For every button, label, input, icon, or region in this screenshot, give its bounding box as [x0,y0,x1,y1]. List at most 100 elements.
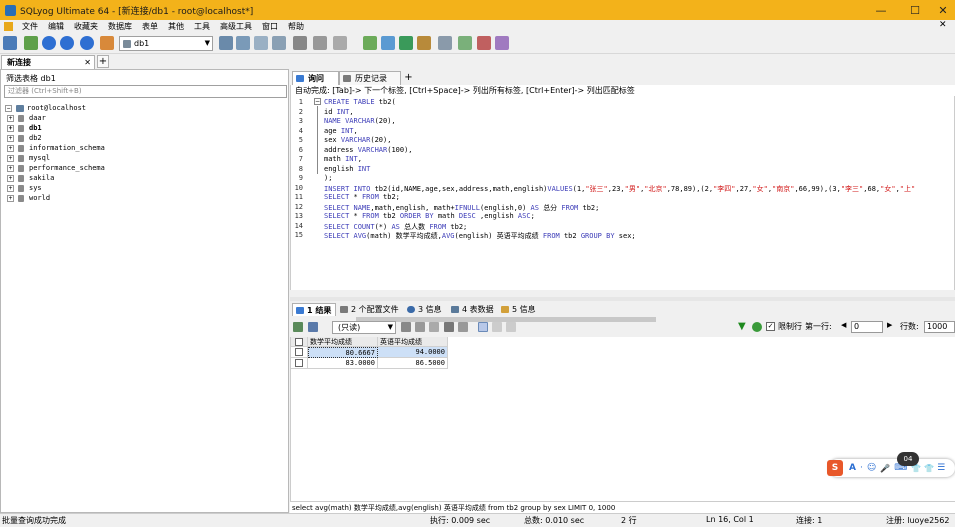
expand-toggle-icon[interactable]: + [7,164,14,172]
maximize-button[interactable]: ☐ [900,0,930,20]
expand-toggle-icon[interactable]: + [7,194,14,202]
add-query-tab-button[interactable]: + [403,72,414,84]
ime-mic-icon[interactable]: 🎤 [880,464,890,473]
duplicate-icon[interactable] [429,322,439,332]
minimize-button[interactable]: — [866,0,896,20]
select-all-checkbox[interactable] [295,338,303,346]
mdi-close-icon[interactable]: ✕ [939,20,947,30]
execute-all-icon[interactable] [60,36,74,50]
database-select[interactable]: db1 ▼ [119,36,213,51]
tree-db-daar[interactable]: + daar [7,113,46,123]
grid-view-icon[interactable] [293,322,303,332]
tab-query[interactable]: 询问 [292,71,339,85]
table-cell[interactable]: 83.0000 [308,358,378,369]
connection-tab-active[interactable]: 新连接 ✕ [1,55,95,69]
add-connection-tab-button[interactable]: + [97,55,109,68]
close-tab-icon[interactable]: ✕ [84,56,91,69]
table-icon[interactable] [293,36,307,50]
print-icon[interactable] [458,322,468,332]
menu-other[interactable]: 其他 [163,21,189,32]
tree-db-world[interactable]: + world [7,193,50,203]
table-data-icon[interactable] [313,36,327,50]
ime-emoji-icon[interactable]: ☺ [867,463,876,473]
ime-language-icon[interactable]: A [849,463,856,473]
menu-edit[interactable]: 编辑 [43,21,69,32]
tree-db-mysql[interactable]: + mysql [7,153,50,163]
ime-skin-icon[interactable]: 👕 [924,464,934,473]
restore-icon[interactable] [254,36,268,50]
expand-toggle-icon[interactable]: + [7,124,14,132]
expand-toggle-icon[interactable]: + [7,154,14,162]
tree-db-performance-schema[interactable]: + performance_schema [7,163,105,173]
first-row-input[interactable]: 0 [851,321,883,333]
tree-db-information-schema[interactable]: + information_schema [7,143,105,153]
transfer-icon[interactable] [399,36,413,50]
previous-page-button[interactable]: ◀ [841,321,846,329]
user-manager-icon[interactable] [219,36,233,50]
sync-icon[interactable] [363,36,377,50]
table-cell[interactable]: 80.6667 [308,347,378,358]
save-icon[interactable] [415,322,425,332]
pane-splitter[interactable] [290,297,955,301]
menu-table[interactable]: 表单 [137,21,163,32]
tab-table-data[interactable]: 4 表数据 [448,303,496,316]
tab-profile[interactable]: 2 个配置文件 [337,303,399,316]
menu-window[interactable]: 窗口 [257,21,283,32]
column-header[interactable]: 数学平均成绩 [308,337,378,347]
filter-icon[interactable]: ▼ [738,322,748,332]
close-button[interactable]: ✕ [928,0,955,20]
column-header[interactable]: 英语平均成绩 [378,337,448,347]
menu-file[interactable]: 文件 [17,21,43,32]
execute-query-icon[interactable] [42,36,56,50]
result-mode-select[interactable]: (只读) ▼ [332,321,396,334]
row-checkbox[interactable] [295,359,303,367]
scheduler-icon[interactable] [438,36,452,50]
table-cell[interactable]: 94.0000 [378,347,448,358]
tree-db-sys[interactable]: + sys [7,183,42,193]
copy-icon[interactable] [401,322,411,332]
ime-logo-icon[interactable]: S [827,460,843,476]
expand-toggle-icon[interactable]: + [7,184,14,192]
expand-toggle-icon[interactable]: + [7,174,14,182]
filter-input[interactable]: 过滤器 (Ctrl+Shift+B) [4,85,287,98]
next-page-button[interactable]: ▶ [887,321,892,329]
refresh-icon[interactable] [24,36,38,50]
menu-advanced-tools[interactable]: 高级工具 [215,21,257,32]
compare-icon[interactable] [381,36,395,50]
tree-db-db2[interactable]: + db2 [7,133,42,143]
tree-db-sakila[interactable]: + sakila [7,173,54,183]
tab-results[interactable]: 1 结果 [292,303,336,316]
report-icon[interactable] [477,36,491,50]
grid-mode-icon[interactable] [478,322,488,332]
tree-db-db1[interactable]: + db1 [7,123,42,133]
menu-favorites[interactable]: 收藏夹 [69,21,103,32]
ime-toolbar[interactable]: S A · ☺ 🎤 ⌨ 👕 👕 ☰ [827,459,955,477]
ime-menu-icon[interactable]: ☰ [937,463,945,473]
tab-messages[interactable]: 3 信息 [404,303,444,316]
menu-tools[interactable]: 工具 [189,21,215,32]
rows-count-input[interactable]: 1000 [924,321,955,333]
sql-editor[interactable]: 1 2 3 4 5 6 7 8 9 10 11 12 13 14 15 − CREATE TABLE tb2… [290,96,955,324]
table-cell[interactable]: 86.5000 [378,358,448,369]
menu-database[interactable]: 数据库 [103,21,137,32]
new-connection-icon[interactable] [3,36,17,50]
tab-history[interactable]: 历史记录 [339,71,401,85]
delete-icon[interactable] [444,322,454,332]
query-builder-icon[interactable] [495,36,509,50]
text-mode-icon[interactable] [506,322,516,332]
row-checkbox[interactable] [295,348,303,356]
collapse-toggle-icon[interactable]: − [5,104,12,112]
expand-toggle-icon[interactable]: + [7,144,14,152]
schema-icon[interactable] [100,36,114,50]
tab-info[interactable]: 5 信息 [498,303,538,316]
expand-toggle-icon[interactable]: + [7,134,14,142]
menu-help[interactable]: 帮助 [283,21,309,32]
ime-punct-icon[interactable]: · [860,463,863,473]
backup-icon[interactable] [236,36,250,50]
stop-icon[interactable] [80,36,94,50]
expand-toggle-icon[interactable]: + [7,114,14,122]
form-mode-icon[interactable] [492,322,502,332]
limit-rows-checkbox[interactable]: ✓ [766,322,775,331]
migrate-icon[interactable] [417,36,431,50]
fold-toggle-icon[interactable]: − [314,98,321,105]
